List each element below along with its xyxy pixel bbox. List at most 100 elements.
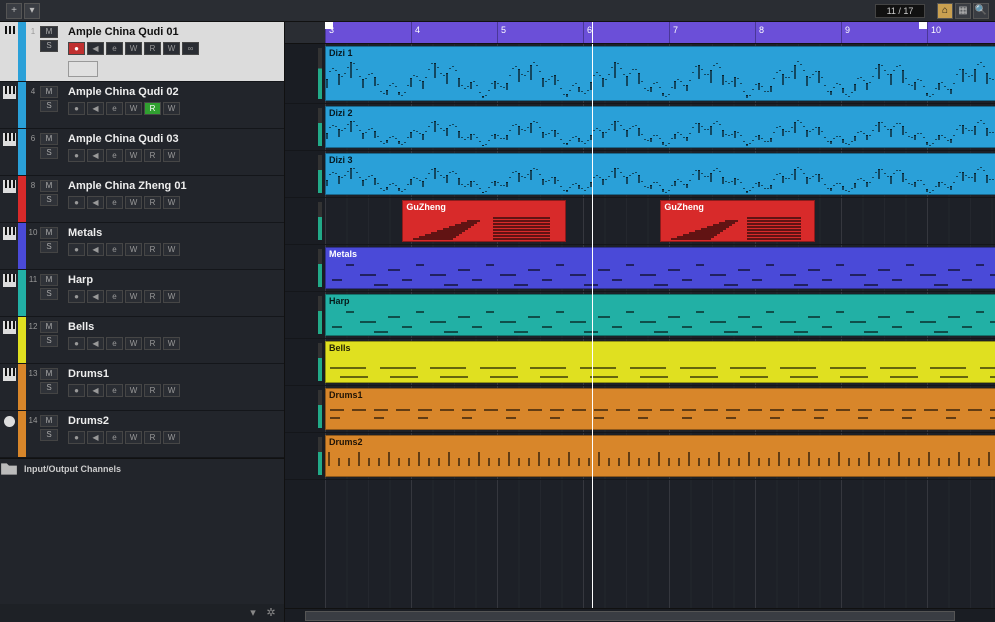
mute-button[interactable]: M — [40, 274, 58, 286]
track-small-button[interactable]: R — [144, 102, 161, 115]
track-small-button[interactable]: e — [106, 42, 123, 55]
track-small-button[interactable]: W — [125, 42, 142, 55]
track-small-button[interactable]: W — [163, 243, 180, 256]
solo-button[interactable]: S — [40, 382, 58, 394]
track-options-button[interactable]: ▾ — [24, 3, 40, 19]
track-small-button[interactable]: R — [144, 196, 161, 209]
track-row[interactable]: 11MSHarp●◀eWRW — [0, 270, 284, 317]
track-small-button[interactable]: W — [125, 243, 142, 256]
list-view-button[interactable]: ▦ — [955, 3, 971, 19]
track-small-button[interactable]: ◀ — [87, 196, 104, 209]
solo-button[interactable]: S — [40, 335, 58, 347]
track-small-button[interactable]: W — [125, 196, 142, 209]
scrollbar-thumb[interactable] — [305, 611, 955, 621]
track-small-button[interactable]: R — [144, 243, 161, 256]
track-small-button[interactable]: W — [125, 102, 142, 115]
search-button[interactable]: 🔍 — [973, 3, 989, 19]
track-small-button[interactable]: ◀ — [87, 42, 104, 55]
clip[interactable]: Drums1 — [325, 388, 995, 430]
track-small-button[interactable]: ● — [68, 196, 85, 209]
track-lane[interactable]: Metals — [325, 245, 995, 292]
clip[interactable]: Metals — [325, 247, 995, 289]
track-row[interactable]: 10MSMetals●◀eWRW — [0, 223, 284, 270]
track-row[interactable]: 6MSAmple China Qudi 03●◀eWRW — [0, 129, 284, 176]
track-small-button[interactable]: W — [163, 431, 180, 444]
mute-button[interactable]: M — [40, 26, 58, 38]
track-small-button[interactable]: ● — [68, 431, 85, 444]
clip[interactable]: Dizi 1 — [325, 46, 995, 101]
arrange-lanes[interactable]: Dizi 1 Dizi 2 Dizi 3 GuZheng GuZheng Metals Ha… — [325, 44, 995, 608]
mute-button[interactable]: M — [40, 415, 58, 427]
clip[interactable]: Dizi 3 — [325, 153, 995, 195]
track-small-button[interactable]: e — [106, 243, 123, 256]
add-track-button[interactable]: + — [6, 3, 22, 19]
track-small-button[interactable]: ◀ — [87, 337, 104, 350]
mute-button[interactable]: M — [40, 227, 58, 239]
track-row[interactable]: 14MSDrums2●◀eWRW — [0, 411, 284, 458]
clip[interactable]: Harp — [325, 294, 995, 336]
track-small-button[interactable]: e — [106, 290, 123, 303]
track-small-button[interactable]: ∞ — [182, 42, 199, 55]
playhead[interactable] — [592, 44, 593, 608]
track-lane[interactable]: Bells — [325, 339, 995, 386]
horizontal-scrollbar[interactable] — [285, 608, 995, 622]
timeline-ruler[interactable]: 345678910 — [325, 22, 995, 43]
track-small-button[interactable]: e — [106, 337, 123, 350]
clip[interactable]: Dizi 2 — [325, 106, 995, 148]
track-small-button[interactable]: ◀ — [87, 243, 104, 256]
io-channels-row[interactable]: Input/Output Channels — [0, 458, 284, 478]
mute-button[interactable]: M — [40, 86, 58, 98]
track-small-button[interactable]: ◀ — [87, 290, 104, 303]
track-small-button[interactable]: W — [125, 384, 142, 397]
track-small-button[interactable]: ● — [68, 384, 85, 397]
track-small-button[interactable]: ● — [68, 337, 85, 350]
track-small-button[interactable]: ● — [68, 42, 85, 55]
track-small-button[interactable]: e — [106, 149, 123, 162]
track-row[interactable]: 8MSAmple China Zheng 01●◀eWRW — [0, 176, 284, 223]
track-small-button[interactable]: e — [106, 196, 123, 209]
clip[interactable]: GuZheng — [660, 200, 815, 242]
track-small-button[interactable]: W — [163, 384, 180, 397]
track-small-button[interactable]: ◀ — [87, 149, 104, 162]
track-small-button[interactable]: W — [163, 149, 180, 162]
track-small-button[interactable]: ● — [68, 102, 85, 115]
track-lane[interactable]: Dizi 1 — [325, 44, 995, 104]
track-row[interactable]: 1MSAmple China Qudi 01●◀eWRW∞ — [0, 22, 284, 82]
track-small-button[interactable]: R — [144, 337, 161, 350]
track-small-button[interactable]: ● — [68, 149, 85, 162]
loop-start-marker[interactable] — [325, 22, 333, 29]
settings-gear-icon[interactable]: ✲ — [264, 606, 278, 620]
clip[interactable]: GuZheng — [402, 200, 565, 242]
track-small-button[interactable]: R — [144, 384, 161, 397]
track-lane[interactable]: GuZheng GuZheng — [325, 198, 995, 245]
instrument-slot[interactable] — [68, 61, 98, 77]
track-small-button[interactable]: ● — [68, 243, 85, 256]
solo-button[interactable]: S — [40, 194, 58, 206]
solo-button[interactable]: S — [40, 429, 58, 441]
track-small-button[interactable]: ◀ — [87, 431, 104, 444]
mute-button[interactable]: M — [40, 133, 58, 145]
track-lane[interactable]: Dizi 2 — [325, 104, 995, 151]
track-small-button[interactable]: W — [163, 290, 180, 303]
solo-button[interactable]: S — [40, 288, 58, 300]
track-small-button[interactable]: W — [125, 337, 142, 350]
mute-button[interactable]: M — [40, 368, 58, 380]
mute-button[interactable]: M — [40, 321, 58, 333]
solo-button[interactable]: S — [40, 147, 58, 159]
solo-button[interactable]: S — [40, 241, 58, 253]
track-lane[interactable]: Harp — [325, 292, 995, 339]
track-row[interactable]: 4MSAmple China Qudi 02●◀eWRW — [0, 82, 284, 129]
track-small-button[interactable]: W — [125, 431, 142, 444]
loop-end-marker[interactable] — [919, 22, 927, 29]
track-small-button[interactable]: R — [144, 42, 161, 55]
track-row[interactable]: 13MSDrums1●◀eWRW — [0, 364, 284, 411]
track-small-button[interactable]: ◀ — [87, 384, 104, 397]
clip[interactable]: Bells — [325, 341, 995, 383]
solo-button[interactable]: S — [40, 100, 58, 112]
track-lane[interactable]: Dizi 3 — [325, 151, 995, 198]
track-small-button[interactable]: W — [125, 149, 142, 162]
track-small-button[interactable]: R — [144, 290, 161, 303]
expand-button[interactable]: ▾ — [246, 606, 260, 620]
track-lane[interactable]: Drums1 — [325, 386, 995, 433]
track-small-button[interactable]: e — [106, 102, 123, 115]
